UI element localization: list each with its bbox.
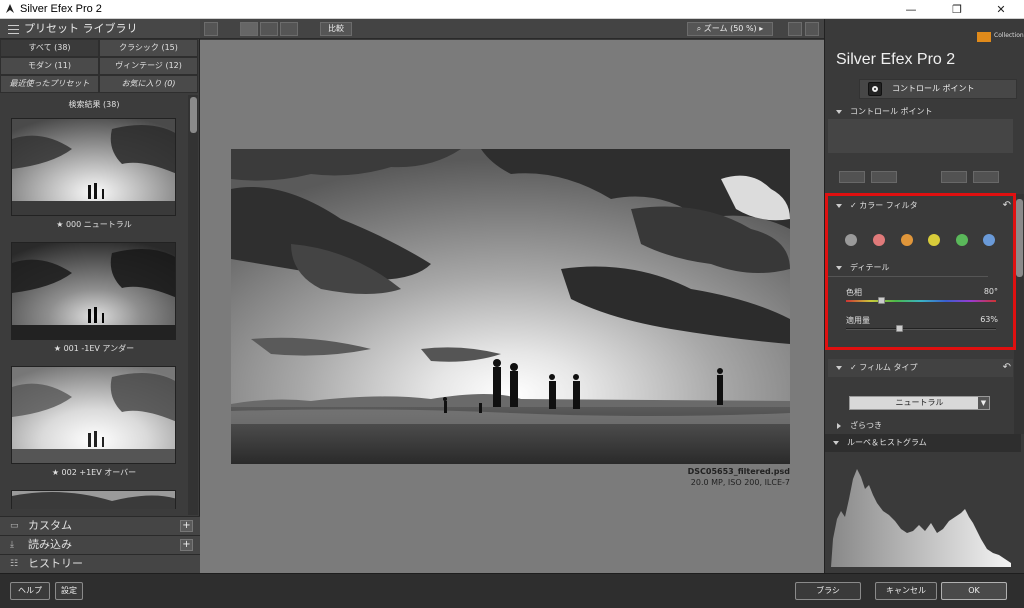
preset-library-title: プリセット ライブラリ xyxy=(24,22,138,35)
preset-scrollbar-track[interactable] xyxy=(188,95,198,515)
collection-badge: Collection xyxy=(975,29,1024,43)
loupe-icon[interactable] xyxy=(788,22,802,36)
minimize-button[interactable]: — xyxy=(888,0,934,19)
folder-icon: ▭ xyxy=(10,521,19,531)
film-type-section-header[interactable]: ✓ フィルム タイプ ↶ xyxy=(828,359,1013,377)
window-title: Silver Efex Pro 2 xyxy=(20,3,102,15)
app-brand-title: Silver Efex Pro 2 xyxy=(836,51,956,68)
side-by-side-view-button[interactable] xyxy=(280,22,298,36)
control-point-button-label: コントロール ポイント xyxy=(892,84,975,93)
custom-section-label: カスタム xyxy=(28,519,72,532)
category-vintage[interactable]: ヴィンテージ (12) xyxy=(99,57,198,75)
chevron-down-icon: ▼ xyxy=(978,397,989,409)
split-view-button[interactable] xyxy=(260,22,278,36)
panel-toggle-icon[interactable] xyxy=(204,22,218,36)
history-section[interactable]: ☷ ヒストリー xyxy=(0,554,200,573)
panel-right-toggle-icon[interactable] xyxy=(805,22,819,36)
app-icon xyxy=(6,4,14,13)
add-import-button[interactable]: + xyxy=(180,539,193,551)
bottom-bar: ヘルプ 設定 ブラシ キャンセル OK xyxy=(0,573,1024,608)
close-button[interactable]: ✕ xyxy=(978,0,1024,19)
preset-thumbnail[interactable] xyxy=(11,242,176,340)
zoom-dropdown[interactable]: ⌕ ズーム (50 %) ▸ xyxy=(687,22,773,36)
menu-icon xyxy=(8,25,19,34)
control-point-remove-icon[interactable] xyxy=(871,171,897,183)
histogram xyxy=(831,459,1011,567)
preset-label: ★ 002 +1EV オーバー xyxy=(51,468,137,477)
category-all[interactable]: すべて (38) xyxy=(0,39,99,57)
preview-image[interactable] xyxy=(231,149,790,464)
image-filename: DSC05653_filtered.psd xyxy=(687,467,790,476)
film-type-select-value: ニュートラル xyxy=(895,398,944,407)
help-button[interactable]: ヘルプ xyxy=(10,582,50,600)
control-point-list xyxy=(828,119,1013,153)
preset-thumbnail[interactable] xyxy=(11,366,176,464)
chevron-right-icon xyxy=(837,423,841,429)
ok-button[interactable]: OK xyxy=(941,582,1007,600)
control-point-icon xyxy=(868,82,882,96)
highlight-annotation xyxy=(825,193,1016,350)
preset-library-panel: プリセット ライブラリ すべて (38) クラシック (15) モダン (11)… xyxy=(0,19,200,573)
control-point-reset-icon[interactable] xyxy=(973,171,999,183)
import-section[interactable]: ⤓ 読み込み + xyxy=(0,535,200,554)
view-toolbar: 比較 ⌕ ズーム (50 %) ▸ xyxy=(200,19,824,39)
compare-button[interactable]: 比較 xyxy=(320,22,352,36)
brush-button[interactable]: ブラシ xyxy=(795,582,861,600)
film-type-checkbox[interactable]: ✓ xyxy=(850,363,857,372)
histogram-section-header[interactable]: ルーペ＆ヒストグラム xyxy=(825,434,1021,452)
single-view-button[interactable] xyxy=(240,22,258,36)
control-point-add-icon[interactable] xyxy=(839,171,865,183)
preset-library-header[interactable]: プリセット ライブラリ xyxy=(0,19,200,39)
preset-thumbnail-list: ★ 000 ニュートラル ★ 001 -1EV アンダー ★ 002 +1EV … xyxy=(0,115,188,509)
preset-thumbnail[interactable] xyxy=(11,490,176,509)
preset-label: ★ 001 -1EV アンダー xyxy=(53,344,135,353)
control-point-show-icon[interactable] xyxy=(941,171,967,183)
undo-icon[interactable]: ↶ xyxy=(1003,359,1011,377)
collection-badge-label: Collection xyxy=(994,32,1024,39)
category-favorites[interactable]: お気に入り (0) xyxy=(99,75,198,93)
adjustments-scrollbar-thumb[interactable] xyxy=(1016,199,1023,277)
import-section-label: 読み込み xyxy=(28,538,72,551)
settings-button[interactable]: 設定 xyxy=(55,582,83,600)
custom-section[interactable]: ▭ カスタム + xyxy=(0,516,200,535)
preset-thumbnail[interactable] xyxy=(11,118,176,216)
film-type-select[interactable]: ニュートラル ▼ xyxy=(849,396,990,410)
chevron-down-icon xyxy=(833,441,839,445)
histogram-section-label: ルーペ＆ヒストグラム xyxy=(847,438,927,447)
preset-scrollbar-thumb[interactable] xyxy=(190,97,197,133)
category-modern[interactable]: モダン (11) xyxy=(0,57,99,75)
film-type-section-label: フィルム タイプ xyxy=(859,363,918,372)
search-results-label: 検索結果 (38) xyxy=(68,100,120,109)
history-icon: ☷ xyxy=(10,559,19,569)
import-icon: ⤓ xyxy=(10,540,14,550)
history-section-label: ヒストリー xyxy=(28,557,83,570)
chevron-right-icon: ▸ xyxy=(756,24,764,33)
image-info: 20.0 MP, ISO 200, ILCE-7 xyxy=(690,478,790,487)
category-recent[interactable]: 最近使ったプリセット xyxy=(0,75,99,93)
zoom-label: ズーム (50 %) xyxy=(703,24,757,33)
title-bar: Silver Efex Pro 2 — ❐ ✕ xyxy=(0,0,1024,19)
app-window: Silver Efex Pro 2 — ❐ ✕ プリセット ライブラリ すべて … xyxy=(0,0,1024,608)
chevron-down-icon xyxy=(836,110,842,114)
zoom-icon: ⌕ xyxy=(696,24,704,33)
control-point-section-label: コントロール ポイント xyxy=(850,107,933,116)
add-custom-button[interactable]: + xyxy=(180,520,193,532)
grain-label: ざらつき xyxy=(850,421,882,430)
category-classic[interactable]: クラシック (15) xyxy=(99,39,198,57)
maximize-button[interactable]: ❐ xyxy=(934,0,980,19)
cancel-button[interactable]: キャンセル xyxy=(875,582,937,600)
grain-subsection-header[interactable]: ざらつき xyxy=(828,417,1013,435)
add-control-point-button[interactable]: コントロール ポイント xyxy=(859,79,1017,99)
preset-label: ★ 000 ニュートラル xyxy=(56,220,132,229)
chevron-down-icon xyxy=(836,366,842,370)
